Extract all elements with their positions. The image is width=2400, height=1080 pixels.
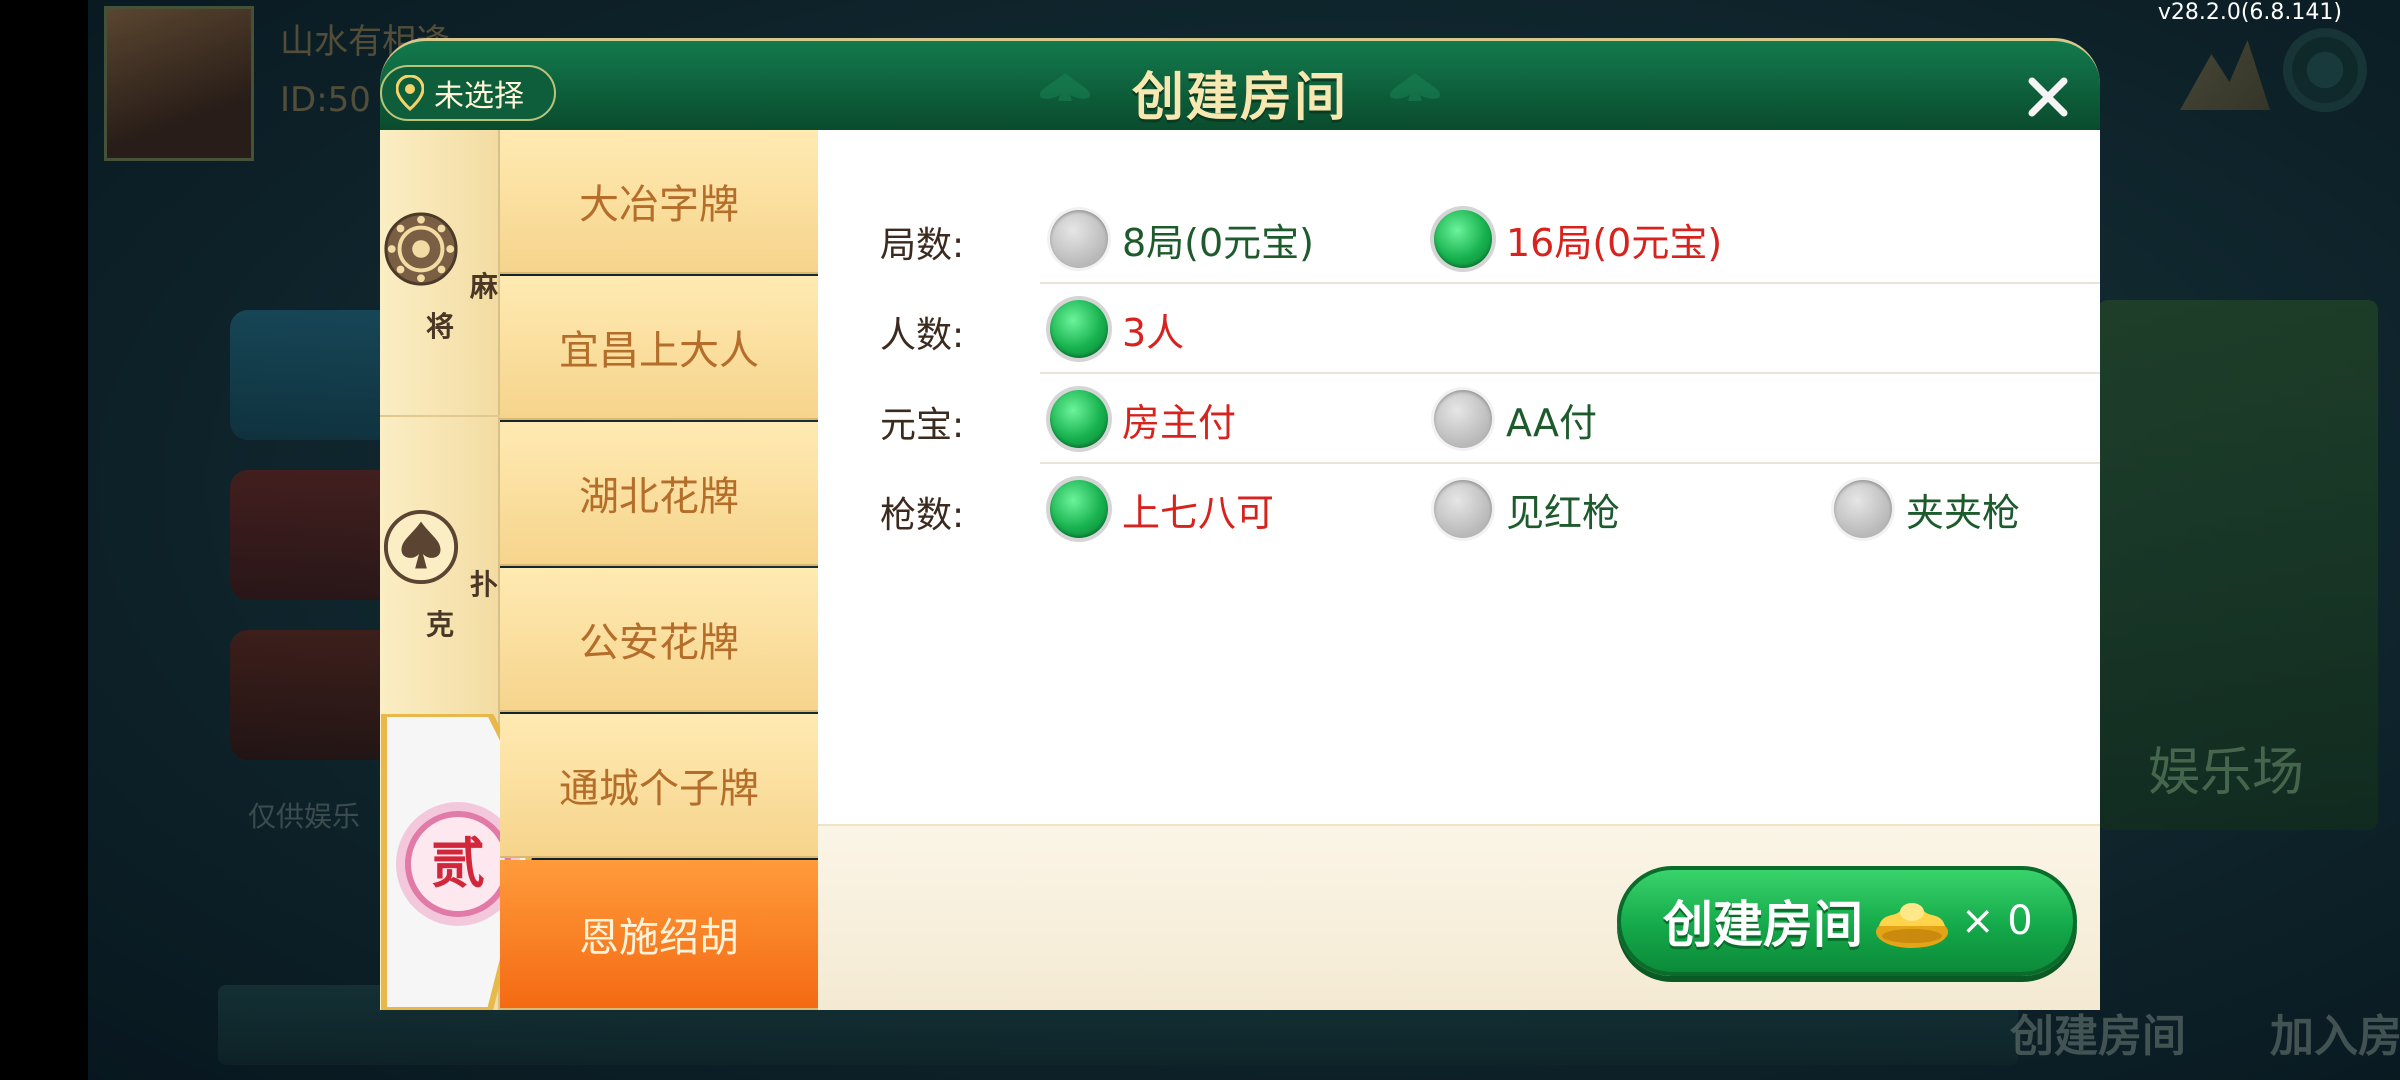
dialog-titlebar: 创建房间 未选择 <box>380 38 2100 130</box>
category-mahjong[interactable]: 麻将 <box>380 210 500 345</box>
create-room-dialog: 创建房间 未选择 麻将 扑克 贰 大冶字牌 宜昌上大人 湖北花牌 公安花牌 通城… <box>380 38 2100 1010</box>
option-row-guns: 枪数: 上七八可 见红枪 夹夹枪 <box>818 464 2100 554</box>
version-label: v28.2.0(6.8.141) <box>2157 0 2342 25</box>
payment-label: 元宝: <box>880 405 965 446</box>
option-row-rounds: 局数: 8局(0元宝) 16局(0元宝) <box>818 194 2100 284</box>
guns-label: 枪数: <box>880 495 965 536</box>
players-3-radio[interactable]: 3人 <box>1050 298 1184 360</box>
rounds-8-radio[interactable]: 8局(0元宝) <box>1050 208 1314 270</box>
location-pin-icon <box>396 75 424 111</box>
dialog-title: 创建房间 <box>1131 68 1348 128</box>
close-button[interactable] <box>2010 59 2086 135</box>
radio-selected-icon <box>1434 210 1492 268</box>
game-item-gonganhuapai[interactable]: 公安花牌 <box>500 568 818 712</box>
radio-label: 3人 <box>1122 310 1185 355</box>
players-label: 人数: <box>880 315 965 356</box>
game-item-enshishaohu[interactable]: 恩施绍胡 <box>500 860 818 1010</box>
radio-icon <box>1434 480 1492 538</box>
guns-jiajiaqiang-radio[interactable]: 夹夹枪 <box>1834 478 2020 540</box>
game-item-tongchenggezipai[interactable]: 通城个子牌 <box>500 714 818 858</box>
guns-shangqibake-radio[interactable]: 上七八可 <box>1050 478 1274 540</box>
category-poker[interactable]: 扑克 <box>380 508 500 643</box>
radio-label: 房主付 <box>1122 400 1237 445</box>
game-item-yichangshangdaren[interactable]: 宜昌上大人 <box>500 276 818 420</box>
radio-label: 夹夹枪 <box>1906 490 2021 535</box>
game-list: 大冶字牌 宜昌上大人 湖北花牌 公安花牌 通城个子牌 恩施绍胡 <box>500 130 818 1010</box>
radio-selected-icon <box>1050 480 1108 538</box>
rounds-label: 局数: <box>880 225 965 266</box>
radio-icon <box>1050 210 1108 268</box>
game-item-dayezipai[interactable]: 大冶字牌 <box>500 130 818 274</box>
gold-ingot-icon <box>1876 903 1948 948</box>
option-row-payment: 元宝: 房主付 AA付 <box>818 374 2100 464</box>
radio-selected-icon <box>1050 390 1108 448</box>
rounds-16-radio[interactable]: 16局(0元宝) <box>1434 208 1722 270</box>
option-row-players: 人数: 3人 <box>818 284 2100 374</box>
create-room-button[interactable]: 创建房间 × 0 <box>1617 866 2077 976</box>
er-chip-icon: 贰 <box>431 831 485 895</box>
radio-label: 8局(0元宝) <box>1122 220 1315 265</box>
guns-jianhongqiang-radio[interactable]: 见红枪 <box>1434 478 1620 540</box>
radio-icon <box>1434 390 1492 448</box>
radio-label: 16局(0元宝) <box>1506 220 1723 265</box>
mahjong-icon <box>384 212 458 286</box>
game-item-hubeihuapai[interactable]: 湖北花牌 <box>500 422 818 566</box>
radio-label: AA付 <box>1506 400 1598 445</box>
radio-label: 上七八可 <box>1122 490 1275 535</box>
payment-aa-radio[interactable]: AA付 <box>1434 388 1597 450</box>
radio-selected-icon <box>1050 300 1108 358</box>
location-label: 未选择 <box>434 79 524 114</box>
radio-label: 见红枪 <box>1506 490 1621 535</box>
spade-icon <box>384 509 459 585</box>
payment-host-radio[interactable]: 房主付 <box>1050 388 1236 450</box>
location-button[interactable]: 未选择 <box>380 65 556 121</box>
close-icon <box>2028 77 2068 117</box>
room-cost: × 0 <box>1961 898 2033 944</box>
create-room-label: 创建房间 <box>1663 896 1863 954</box>
radio-icon <box>1834 480 1892 538</box>
